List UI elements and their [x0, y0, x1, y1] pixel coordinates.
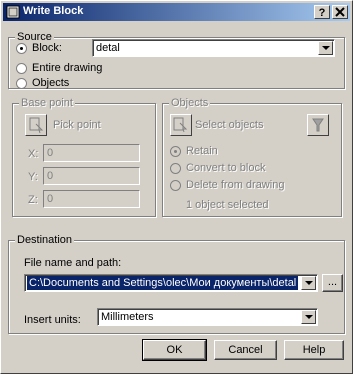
- block-radio[interactable]: [16, 43, 27, 54]
- select-objects-icon: [173, 117, 188, 133]
- z-label: Z:: [28, 194, 38, 206]
- radio-selected-dot: [20, 47, 23, 50]
- pick-point-label: Pick point: [53, 119, 101, 131]
- retain-radio[interactable]: [170, 146, 181, 157]
- select-objects-button[interactable]: [170, 114, 192, 136]
- x-label: X:: [28, 148, 39, 160]
- file-path-value: C:\Documents and Settings\olec\Мои докум…: [27, 276, 299, 290]
- pick-point-button[interactable]: [25, 114, 47, 136]
- close-icon: [335, 7, 345, 17]
- y-field[interactable]: 0: [43, 167, 140, 185]
- insert-units-label: Insert units:: [24, 314, 81, 326]
- close-button[interactable]: [332, 5, 348, 19]
- z-value: 0: [47, 193, 54, 205]
- y-label: Y:: [28, 171, 38, 183]
- window-title: Write Block: [23, 5, 84, 17]
- x-field[interactable]: 0: [43, 144, 140, 162]
- objects-radio[interactable]: [16, 78, 27, 89]
- y-value: 0: [47, 170, 54, 182]
- entire-drawing-radio[interactable]: [16, 63, 27, 74]
- ok-button[interactable]: OK: [142, 339, 207, 361]
- write-block-dialog: Write Block ? Source Block: detal Entire…: [0, 0, 353, 374]
- destination-group-label: Destination: [15, 234, 75, 246]
- delete-from-drawing-radio[interactable]: [170, 180, 181, 191]
- radio-selected-dot: [174, 150, 177, 153]
- insert-units-combo[interactable]: Millimeters: [97, 308, 318, 326]
- block-radio-label: Block:: [32, 42, 62, 54]
- z-field[interactable]: 0: [43, 190, 140, 208]
- selection-status: 1 object selected: [186, 199, 269, 211]
- pick-point-icon: [29, 117, 44, 134]
- dropdown-arrow-icon[interactable]: [301, 310, 316, 324]
- block-name-value: detal: [96, 42, 120, 54]
- objects-radio-label: Objects: [32, 77, 70, 89]
- quick-select-button[interactable]: [307, 114, 329, 136]
- dropdown-arrow-icon[interactable]: [301, 276, 316, 290]
- help-button[interactable]: Help: [284, 340, 344, 360]
- select-objects-label: Select objects: [195, 119, 264, 131]
- app-icon: [6, 5, 20, 19]
- browse-button[interactable]: ...: [322, 274, 343, 292]
- basepoint-group-label: Base point: [19, 97, 75, 109]
- retain-label: Retain: [186, 145, 218, 157]
- convert-to-block-label: Convert to block: [186, 162, 266, 174]
- delete-from-drawing-label: Delete from drawing: [186, 179, 285, 191]
- quick-select-icon: [312, 118, 324, 132]
- block-name-combo[interactable]: detal: [92, 39, 335, 57]
- entire-drawing-label: Entire drawing: [32, 62, 103, 74]
- convert-to-block-radio[interactable]: [170, 163, 181, 174]
- file-path-label: File name and path:: [24, 257, 122, 269]
- cancel-button[interactable]: Cancel: [214, 340, 277, 360]
- dropdown-arrow-icon[interactable]: [318, 41, 333, 55]
- help-title-button[interactable]: ?: [314, 5, 330, 19]
- x-value: 0: [47, 147, 54, 159]
- title-bar[interactable]: Write Block ?: [3, 3, 350, 21]
- file-path-combo[interactable]: C:\Documents and Settings\olec\Мои докум…: [24, 274, 318, 292]
- objects-group-label: Objects: [169, 97, 211, 109]
- insert-units-value: Millimeters: [101, 311, 154, 323]
